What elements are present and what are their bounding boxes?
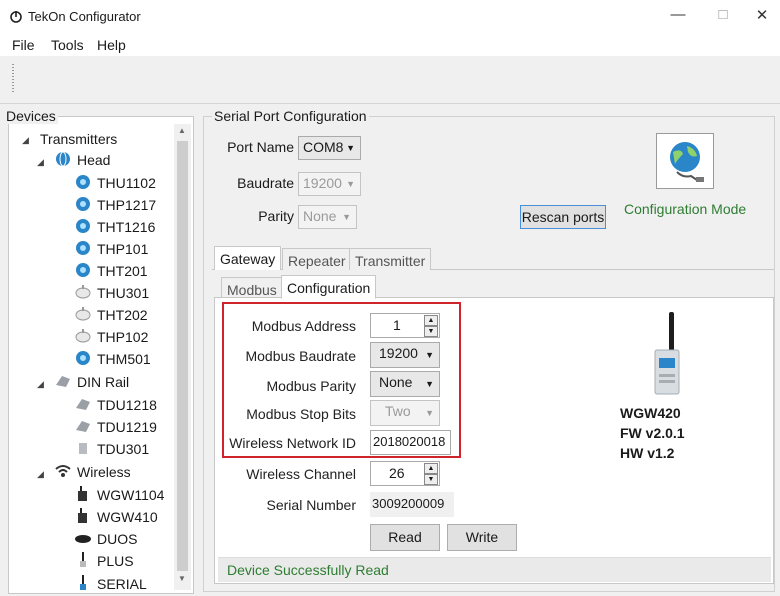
baudrate-label: Baudrate	[237, 175, 294, 191]
tree-item-thp1217[interactable]: THP1217	[97, 197, 156, 213]
serial-title: Serial Port Configuration	[212, 108, 369, 124]
expand-arrow-icon[interactable]: ◢	[37, 469, 44, 480]
tree-item-transmitters[interactable]: Transmitters	[40, 131, 117, 147]
sensor-icon	[76, 175, 90, 189]
configuration-mode-button[interactable]	[656, 133, 714, 189]
tab-repeater[interactable]: Repeater	[282, 248, 352, 270]
din-rail-icon	[56, 376, 70, 387]
read-button[interactable]: Read	[370, 524, 440, 551]
tab-configuration[interactable]: Configuration	[281, 275, 377, 299]
expand-arrow-icon[interactable]: ◢	[22, 135, 29, 146]
wireless-channel-stepper[interactable]: 26 ▲ ▼	[370, 461, 440, 486]
chevron-down-icon: ▼	[342, 212, 351, 222]
tab-transmitter[interactable]: Transmitter	[349, 248, 432, 270]
serial-number-field: 3009200009	[370, 492, 454, 517]
sensor-icon	[75, 285, 91, 299]
tree-item-serial[interactable]: SERIAL	[97, 576, 147, 592]
highlight-box	[222, 302, 461, 458]
globe-icon	[56, 151, 70, 167]
duos-icon	[75, 535, 91, 543]
tree-item-tht201[interactable]: THT201	[97, 263, 148, 279]
sensor-icon	[76, 197, 90, 211]
din-rail-icon	[76, 399, 90, 410]
status-text: Device Successfully Read	[227, 562, 389, 578]
tree-item-thu1102[interactable]: THU1102	[97, 175, 156, 191]
gateway-icon	[78, 508, 87, 523]
wifi-icon	[55, 465, 71, 477]
serial-number-label: Serial Number	[266, 497, 356, 513]
device-fw-version: FW v2.0.1	[620, 425, 685, 441]
baudrate-value: 19200	[303, 175, 342, 191]
tab-gateway[interactable]: Gateway	[214, 246, 282, 270]
din-rail-icon	[76, 421, 90, 432]
serial-number-value: 3009200009	[372, 496, 445, 511]
spin-down-icon[interactable]: ▼	[424, 474, 438, 485]
scroll-down-icon[interactable]: ▼	[178, 574, 186, 583]
maximize-icon[interactable]: □	[708, 6, 738, 28]
menu-help[interactable]: Help	[97, 37, 126, 53]
spin-up-icon[interactable]: ▲	[424, 463, 438, 474]
toolbar-grip[interactable]	[12, 64, 14, 94]
parity-value: None	[303, 208, 337, 224]
tree-item-tht1216[interactable]: THT1216	[97, 219, 155, 235]
app-icon	[10, 11, 22, 23]
tree-scroll-thumb[interactable]	[177, 141, 188, 571]
port-name-label: Port Name	[227, 139, 294, 155]
devices-title: Devices	[4, 108, 58, 124]
tree-item-tdu1218[interactable]: TDU1218	[97, 397, 157, 413]
tree-item-plus[interactable]: PLUS	[97, 553, 134, 569]
tree-item-tht202[interactable]: THT202	[97, 307, 148, 323]
tree-item-tdu1219[interactable]: TDU1219	[97, 419, 157, 435]
tree-item-din-rail[interactable]: DIN Rail	[77, 374, 129, 390]
antenna-icon	[80, 552, 86, 567]
gateway-icon	[78, 486, 87, 501]
baudrate-select: 19200 ▼	[298, 172, 361, 196]
tab-modbus[interactable]: Modbus	[221, 277, 283, 299]
toolbar	[0, 56, 780, 104]
tree-item-duos[interactable]: DUOS	[97, 531, 137, 547]
port-name-value: COM8	[303, 139, 344, 155]
expand-arrow-icon[interactable]: ◢	[37, 379, 44, 390]
tree-item-serial-clip: SERIAL	[70, 573, 170, 594]
sensor-icon	[76, 241, 90, 255]
parity-label: Parity	[258, 208, 294, 224]
minimize-icon[interactable]: —	[663, 6, 693, 28]
device-model: WGW420	[620, 405, 681, 421]
sensor-icon	[76, 351, 90, 365]
wireless-channel-label: Wireless Channel	[246, 466, 356, 482]
antenna-icon	[80, 575, 86, 590]
sensor-icon	[76, 263, 90, 277]
tree-item-head[interactable]: Head	[77, 152, 110, 168]
port-name-select[interactable]: COM8 ▼	[298, 136, 361, 160]
rescan-ports-button[interactable]: Rescan ports	[520, 205, 606, 229]
device-hw-version: HW v1.2	[620, 445, 675, 461]
sensor-icon	[76, 219, 90, 233]
tree-item-wgw410[interactable]: WGW410	[97, 509, 158, 525]
chevron-down-icon: ▼	[346, 143, 355, 153]
scroll-up-icon[interactable]: ▲	[178, 126, 186, 135]
tree-item-tdu301[interactable]: TDU301	[97, 441, 149, 457]
menu-tools[interactable]: Tools	[51, 37, 84, 53]
write-button[interactable]: Write	[447, 524, 517, 551]
tree-item-wgw1104[interactable]: WGW1104	[97, 487, 164, 503]
sensor-icon	[75, 307, 91, 321]
window-title: TekOn Configurator	[28, 9, 141, 24]
expand-arrow-icon[interactable]: ◢	[37, 157, 44, 168]
gateway-device-image	[654, 312, 680, 395]
tree-item-thu301[interactable]: THU301	[97, 285, 149, 301]
chevron-down-icon: ▼	[346, 179, 355, 189]
tree-item-thp102[interactable]: THP102	[97, 329, 148, 345]
sensor-icon	[75, 329, 91, 343]
menu-file[interactable]: File	[12, 37, 35, 53]
parity-select: None ▼	[298, 205, 357, 229]
tree-item-thp101[interactable]: THP101	[97, 241, 148, 257]
din-rail-icon	[79, 443, 87, 454]
close-icon[interactable]: ✕	[747, 6, 777, 28]
configuration-mode-label: Configuration Mode	[624, 201, 747, 217]
configuration-mode-icon	[670, 142, 704, 182]
tree-item-thm501[interactable]: THM501	[97, 351, 151, 367]
wireless-channel-value: 26	[389, 465, 405, 481]
tree-item-wireless[interactable]: Wireless	[77, 464, 131, 480]
